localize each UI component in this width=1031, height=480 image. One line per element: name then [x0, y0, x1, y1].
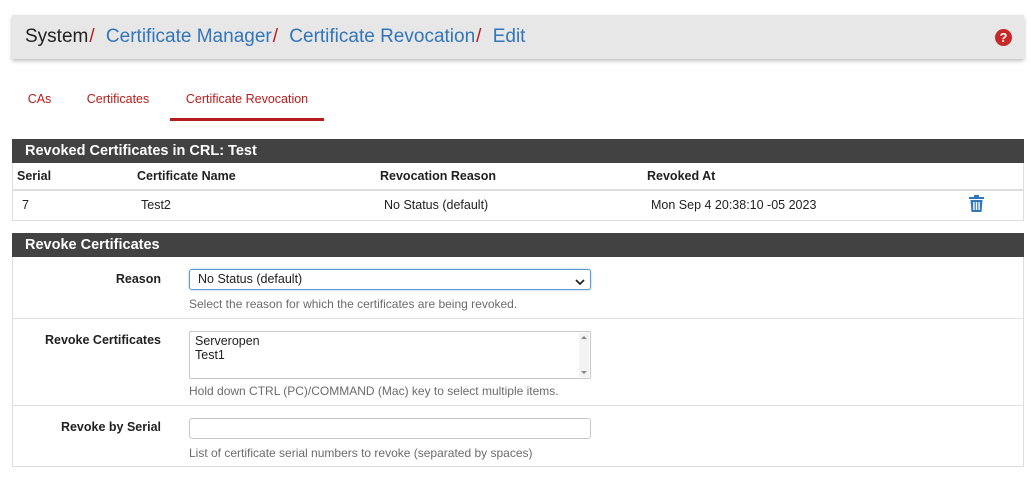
table-row: 7 Test2 No Status (default) Mon Sep 4 20…	[13, 190, 1023, 219]
breadcrumb-separator: /	[89, 26, 95, 47]
breadcrumb-certificate-revocation[interactable]: Certificate Revocation	[289, 26, 475, 47]
breadcrumb: System/ Certificate Manager/ Certificate…	[25, 26, 525, 48]
column-revoked-at: Revoked At	[643, 163, 963, 191]
revoked-panel-title: Revoked Certificates in CRL: Test	[12, 139, 1024, 163]
tab-cas[interactable]: CAs	[13, 80, 66, 118]
trash-icon[interactable]	[969, 195, 984, 212]
revoke-panel-body: Reason No Status (default) Select the re…	[12, 257, 1024, 467]
breadcrumb-edit[interactable]: Edit	[493, 26, 526, 47]
breadcrumb-system: System	[25, 26, 89, 47]
revoke-certificates-help: Hold down CTRL (PC)/COMMAND (Mac) key to…	[189, 384, 559, 398]
revoked-table: Serial Certificate Name Revocation Reaso…	[13, 163, 1023, 219]
revoked-panel-body: Serial Certificate Name Revocation Reaso…	[12, 163, 1024, 221]
reason-help: Select the reason for which the certific…	[189, 297, 518, 311]
breadcrumb-separator: /	[272, 26, 278, 47]
breadcrumb-certificate-manager[interactable]: Certificate Manager	[106, 26, 272, 47]
scrollbar[interactable]	[579, 333, 589, 377]
reason-label: Reason	[115, 272, 161, 286]
cell-revocation-reason: No Status (default)	[384, 198, 489, 212]
list-item[interactable]: Test1	[195, 348, 585, 362]
chevron-down-icon	[575, 274, 585, 286]
column-actions	[963, 163, 1023, 191]
breadcrumb-separator: /	[476, 26, 482, 47]
column-revocation-reason: Revocation Reason	[376, 163, 643, 191]
reason-row: Reason No Status (default) Select the re…	[13, 257, 1023, 319]
tab-certificate-revocation[interactable]: Certificate Revocation	[170, 80, 324, 121]
list-item[interactable]: Serveropen	[195, 334, 585, 348]
revoke-by-serial-row: Revoke by Serial List of certificate ser…	[13, 405, 1023, 467]
reason-select[interactable]: No Status (default)	[189, 269, 591, 290]
tab-certificates[interactable]: Certificates	[76, 80, 160, 118]
revoke-by-serial-input[interactable]	[189, 418, 591, 439]
revoke-by-serial-label: Revoke by Serial	[60, 420, 161, 434]
cell-serial: 7	[22, 198, 29, 212]
column-serial: Serial	[13, 163, 133, 191]
revoke-panel-title: Revoke Certificates	[12, 233, 1024, 257]
revoke-certificates-row: Revoke Certificates Serveropen Test1 Hol…	[13, 318, 1023, 406]
column-certificate-name: Certificate Name	[133, 163, 376, 191]
cell-certificate-name: Test2	[141, 198, 171, 212]
revoke-certificates-label: Revoke Certificates	[44, 333, 161, 347]
table-header-row: Serial Certificate Name Revocation Reaso…	[13, 163, 1023, 191]
cell-revoked-at: Mon Sep 4 20:38:10 -05 2023	[651, 198, 817, 212]
page-header: System/ Certificate Manager/ Certificate…	[12, 15, 1024, 59]
revoke-by-serial-help: List of certificate serial numbers to re…	[189, 446, 533, 460]
cell-actions	[963, 190, 1023, 219]
reason-select-value: No Status (default)	[198, 272, 303, 286]
revoke-certificates-multiselect[interactable]: Serveropen Test1	[189, 331, 591, 379]
question-circle-icon[interactable]: ?	[995, 29, 1012, 46]
